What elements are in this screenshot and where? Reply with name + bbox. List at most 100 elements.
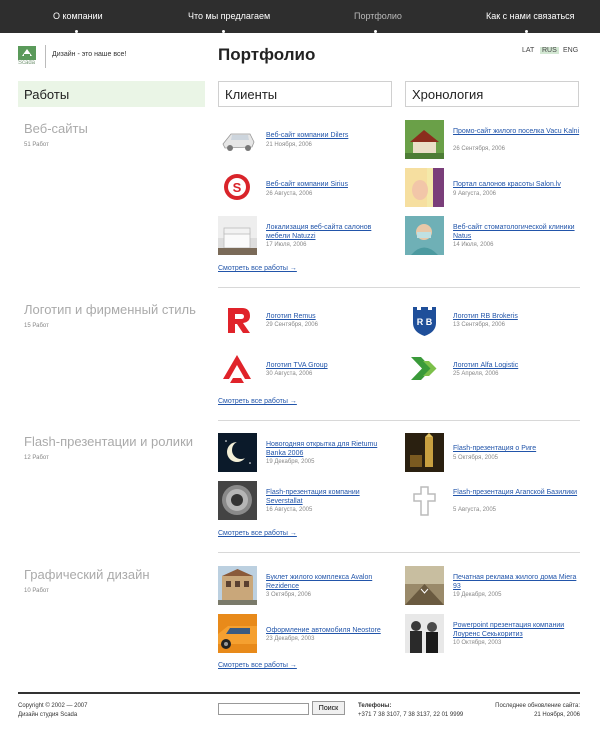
portfolio-item-date: 3 Октября, 2006 bbox=[266, 592, 311, 598]
portfolio-item-date: 13 Сентября, 2006 bbox=[453, 322, 505, 328]
tva-group-logo-thumb-icon[interactable] bbox=[218, 349, 257, 388]
nav-item-about[interactable]: О компании bbox=[53, 11, 103, 21]
footer-studio: Дизайн студия Scada bbox=[18, 712, 78, 718]
footer-copyright: Copyright © 2002 — 2007 bbox=[18, 703, 88, 709]
footer-updated-date: 21 Ноября, 2006 bbox=[534, 712, 580, 718]
footer-phones-label: Телефоны: bbox=[358, 703, 392, 709]
portfolio-item-date: 19 Декабря, 2005 bbox=[266, 459, 315, 465]
lang-lat[interactable]: LAT bbox=[522, 47, 534, 54]
works-header: Работы bbox=[18, 81, 205, 107]
dilers-car-thumb-icon[interactable] bbox=[218, 120, 257, 159]
portfolio-item-link[interactable]: Flash-презентация Агапской Базилики bbox=[453, 488, 583, 497]
lang-rus[interactable]: RUS bbox=[540, 47, 559, 54]
portfolio-item-date: 10 Октября, 2003 bbox=[453, 640, 502, 646]
moon-postcard-thumb-icon[interactable] bbox=[218, 433, 257, 472]
logo-divider bbox=[45, 45, 46, 68]
lawrence-securities-thumb-icon[interactable] bbox=[405, 614, 444, 653]
category-title[interactable]: Логотип и фирменный стиль bbox=[24, 302, 196, 317]
portfolio-item-link[interactable]: Логотип RB Brokeris bbox=[453, 312, 583, 321]
portfolio-item-link[interactable]: Веб-сайт компании Dilers bbox=[266, 131, 396, 140]
scada-logo-icon[interactable] bbox=[18, 46, 36, 60]
logo-text: Scada bbox=[18, 60, 36, 66]
portfolio-item-date: 29 Сентября, 2006 bbox=[266, 322, 318, 328]
nav-indicator-dot bbox=[525, 30, 528, 33]
nav-item-contacts[interactable]: Как с нами связаться bbox=[486, 11, 575, 21]
portfolio-item-link[interactable]: Портал салонов красоты Salon.lv bbox=[453, 180, 583, 189]
portfolio-item-link[interactable]: Powerpoint презентация компании Лоуренс … bbox=[453, 621, 583, 639]
portfolio-item-date: 9 Августа, 2006 bbox=[453, 191, 497, 197]
footer-phones: +371 7 38 3107, 7 38 3137, 22 01 9999 bbox=[358, 712, 464, 718]
nav-item-services[interactable]: Что мы предлагаем bbox=[188, 11, 270, 21]
svg-text:S: S bbox=[233, 180, 242, 195]
natus-dentist-thumb-icon[interactable] bbox=[405, 216, 444, 255]
category-title[interactable]: Графический дизайн bbox=[24, 567, 150, 582]
portfolio-item-date: 5 Октября, 2005 bbox=[453, 455, 498, 461]
portfolio-item-link[interactable]: Логотип Alfa Logistic bbox=[453, 361, 583, 370]
nav-indicator-dot bbox=[75, 30, 78, 33]
portfolio-item-date: 17 Июля, 2006 bbox=[266, 242, 307, 248]
portfolio-item-link[interactable]: Буклет жилого комплекса Avalon Rezidence bbox=[266, 573, 396, 591]
chronology-header: Хронология bbox=[405, 81, 579, 107]
portfolio-item-date: 21 Ноября, 2006 bbox=[266, 142, 312, 148]
portfolio-item-date: 16 Августа, 2005 bbox=[266, 507, 313, 513]
section-divider bbox=[218, 420, 580, 421]
alfa-logistic-logo-thumb-icon[interactable] bbox=[405, 349, 444, 388]
portfolio-item-date: 5 Августа, 2005 bbox=[453, 507, 497, 513]
portfolio-item-link[interactable]: Оформление автомобиля Neostore bbox=[266, 626, 396, 635]
category-count: 12 Работ bbox=[24, 455, 49, 461]
portfolio-item-date: 26 Августа, 2006 bbox=[266, 191, 313, 197]
miera-print-ad-thumb-icon[interactable] bbox=[405, 566, 444, 605]
section-divider bbox=[218, 552, 580, 553]
rb-brokeris-logo-thumb-icon[interactable]: R B bbox=[405, 301, 444, 340]
tagline: Дизайн - это наше все! bbox=[52, 51, 127, 58]
section-divider bbox=[218, 287, 580, 288]
vacu-kalni-house-thumb-icon[interactable] bbox=[405, 120, 444, 159]
category-count: 15 Работ bbox=[24, 323, 49, 329]
natuzzi-furniture-thumb-icon[interactable] bbox=[218, 216, 257, 255]
salon-beauty-thumb-icon[interactable] bbox=[405, 168, 444, 207]
portfolio-item-link[interactable]: Логотип Remus bbox=[266, 312, 396, 321]
portfolio-item-link[interactable]: Локализация веб-сайта салонов мебели Nat… bbox=[266, 223, 396, 241]
portfolio-item-link[interactable]: Flash-презентация компании Severstallat bbox=[266, 488, 396, 506]
see-all-works-link[interactable]: Смотреть все работы → bbox=[218, 530, 297, 537]
neostore-car-thumb-icon[interactable] bbox=[218, 614, 257, 653]
category-count: 51 Работ bbox=[24, 142, 49, 148]
basilica-cross-thumb-icon[interactable] bbox=[405, 481, 444, 520]
search-button[interactable]: Поиск bbox=[312, 701, 345, 715]
portfolio-item-date: 23 Декабря, 2003 bbox=[266, 636, 315, 642]
nav-item-portfolio[interactable]: Портфолио bbox=[354, 11, 402, 21]
svg-text:R B: R B bbox=[417, 317, 433, 327]
portfolio-item-link[interactable]: Flash-презентация о Риге bbox=[453, 444, 583, 453]
avalon-building-thumb-icon[interactable] bbox=[218, 566, 257, 605]
category-count: 10 Работ bbox=[24, 588, 49, 594]
search-input[interactable] bbox=[218, 703, 309, 715]
portfolio-item-date: 14 Июля, 2006 bbox=[453, 242, 494, 248]
see-all-works-link[interactable]: Смотреть все работы → bbox=[218, 398, 297, 405]
portfolio-item-link[interactable]: Логотип TVA Group bbox=[266, 361, 396, 370]
remus-logo-thumb-icon[interactable] bbox=[218, 301, 257, 340]
portfolio-item-link[interactable]: Веб-сайт стоматологической клиники Natus bbox=[453, 223, 583, 241]
portfolio-item-date: 30 Августа, 2006 bbox=[266, 371, 313, 377]
category-title[interactable]: Flash-презентации и ролики bbox=[24, 434, 193, 449]
portfolio-item-date: 25 Апреля, 2006 bbox=[453, 371, 499, 377]
sirius-logo-thumb-icon[interactable]: S bbox=[218, 168, 257, 207]
category-title[interactable]: Веб-сайты bbox=[24, 121, 88, 136]
clients-header: Клиенты bbox=[218, 81, 392, 107]
page-title: Портфолио bbox=[218, 45, 316, 64]
riga-flash-thumb-icon[interactable] bbox=[405, 433, 444, 472]
footer-divider bbox=[18, 692, 580, 694]
portfolio-item-link[interactable]: Печатная реклама жилого дома Miera 93 bbox=[453, 573, 583, 591]
lang-eng[interactable]: ENG bbox=[563, 47, 578, 54]
severstallat-coil-thumb-icon[interactable] bbox=[218, 481, 257, 520]
nav-indicator-dot bbox=[222, 30, 225, 33]
portfolio-item-date: 19 Декабря, 2005 bbox=[453, 592, 502, 598]
see-all-works-link[interactable]: Смотреть все работы → bbox=[218, 662, 297, 669]
top-navigation: О компании Что мы предлагаем Портфолио К… bbox=[0, 0, 600, 33]
see-all-works-link[interactable]: Смотреть все работы → bbox=[218, 265, 297, 272]
portfolio-item-link[interactable]: Новогодняя открытка для Rietumu Banka 20… bbox=[266, 440, 396, 458]
portfolio-item-date: 26 Сентября, 2006 bbox=[453, 146, 505, 152]
footer-updated-label: Последнее обновление сайта: bbox=[495, 703, 580, 709]
nav-indicator-dot bbox=[374, 30, 377, 33]
portfolio-item-link[interactable]: Промо-сайт жилого поселка Vacu Kalni bbox=[453, 127, 583, 136]
portfolio-item-link[interactable]: Веб-сайт компании Sirius bbox=[266, 180, 396, 189]
